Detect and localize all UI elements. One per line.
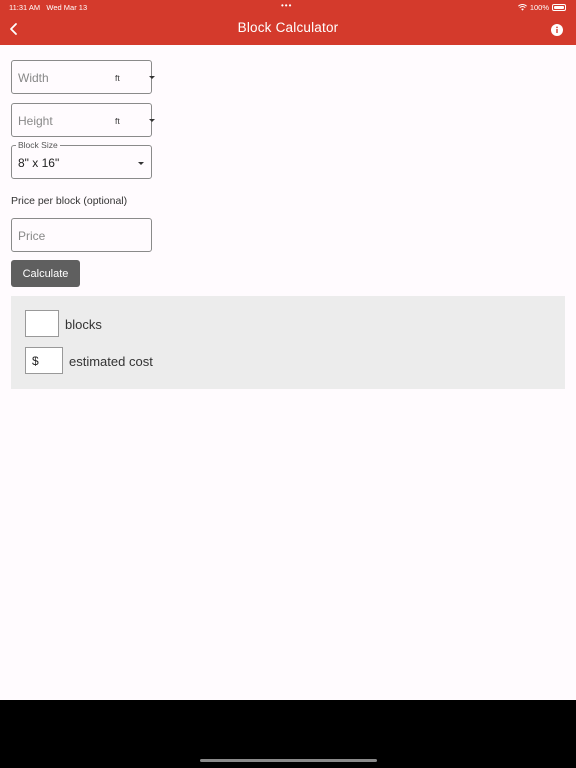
app-header: 11:31 AM Wed Mar 13 ••• 100% Block Calcu… xyxy=(0,0,576,45)
height-unit-select[interactable]: ft xyxy=(115,116,120,126)
results-panel: blocks $ estimated cost xyxy=(11,296,565,389)
blocks-result-box xyxy=(25,310,59,337)
price-per-block-label: Price per block (optional) xyxy=(11,195,128,207)
height-unit-caret-icon[interactable] xyxy=(149,119,155,122)
bottom-bar xyxy=(0,700,576,768)
cost-result-box: $ xyxy=(25,347,63,374)
wifi-icon xyxy=(517,4,527,11)
info-icon xyxy=(551,24,563,36)
block-size-value: 8" x 16" xyxy=(18,156,60,170)
block-size-select[interactable]: Block Size 8" x 16" xyxy=(11,140,152,179)
status-bar: 11:31 AM Wed Mar 13 ••• 100% xyxy=(0,0,576,14)
page-title: Block Calculator xyxy=(237,20,339,35)
status-date: Wed Mar 13 xyxy=(46,3,88,12)
price-placeholder: Price xyxy=(18,229,46,243)
width-placeholder: Width xyxy=(18,71,49,85)
width-field[interactable]: Width ft xyxy=(11,60,155,94)
width-unit-select[interactable]: ft xyxy=(115,73,120,83)
status-clock: 11:31 AM xyxy=(9,3,41,12)
info-button[interactable] xyxy=(551,23,563,36)
height-field[interactable]: Height ft xyxy=(11,103,155,137)
price-field[interactable]: Price xyxy=(11,218,152,252)
dollar-symbol: $ xyxy=(32,354,39,368)
width-unit-caret-icon[interactable] xyxy=(149,76,155,79)
battery-icon xyxy=(552,4,566,11)
multitasking-dots-icon[interactable]: ••• xyxy=(281,1,292,10)
height-placeholder: Height xyxy=(18,114,53,128)
status-indicators: 100% xyxy=(517,3,566,12)
battery-percent: 100% xyxy=(529,3,549,12)
status-time: 11:31 AM Wed Mar 13 xyxy=(9,3,87,12)
estimated-cost-label: estimated cost xyxy=(69,354,153,369)
block-size-label: Block Size xyxy=(16,140,60,150)
calculate-button[interactable]: Calculate xyxy=(11,260,80,287)
blocks-label: blocks xyxy=(65,317,102,332)
block-size-caret-icon xyxy=(138,162,144,165)
home-indicator[interactable] xyxy=(200,759,377,762)
